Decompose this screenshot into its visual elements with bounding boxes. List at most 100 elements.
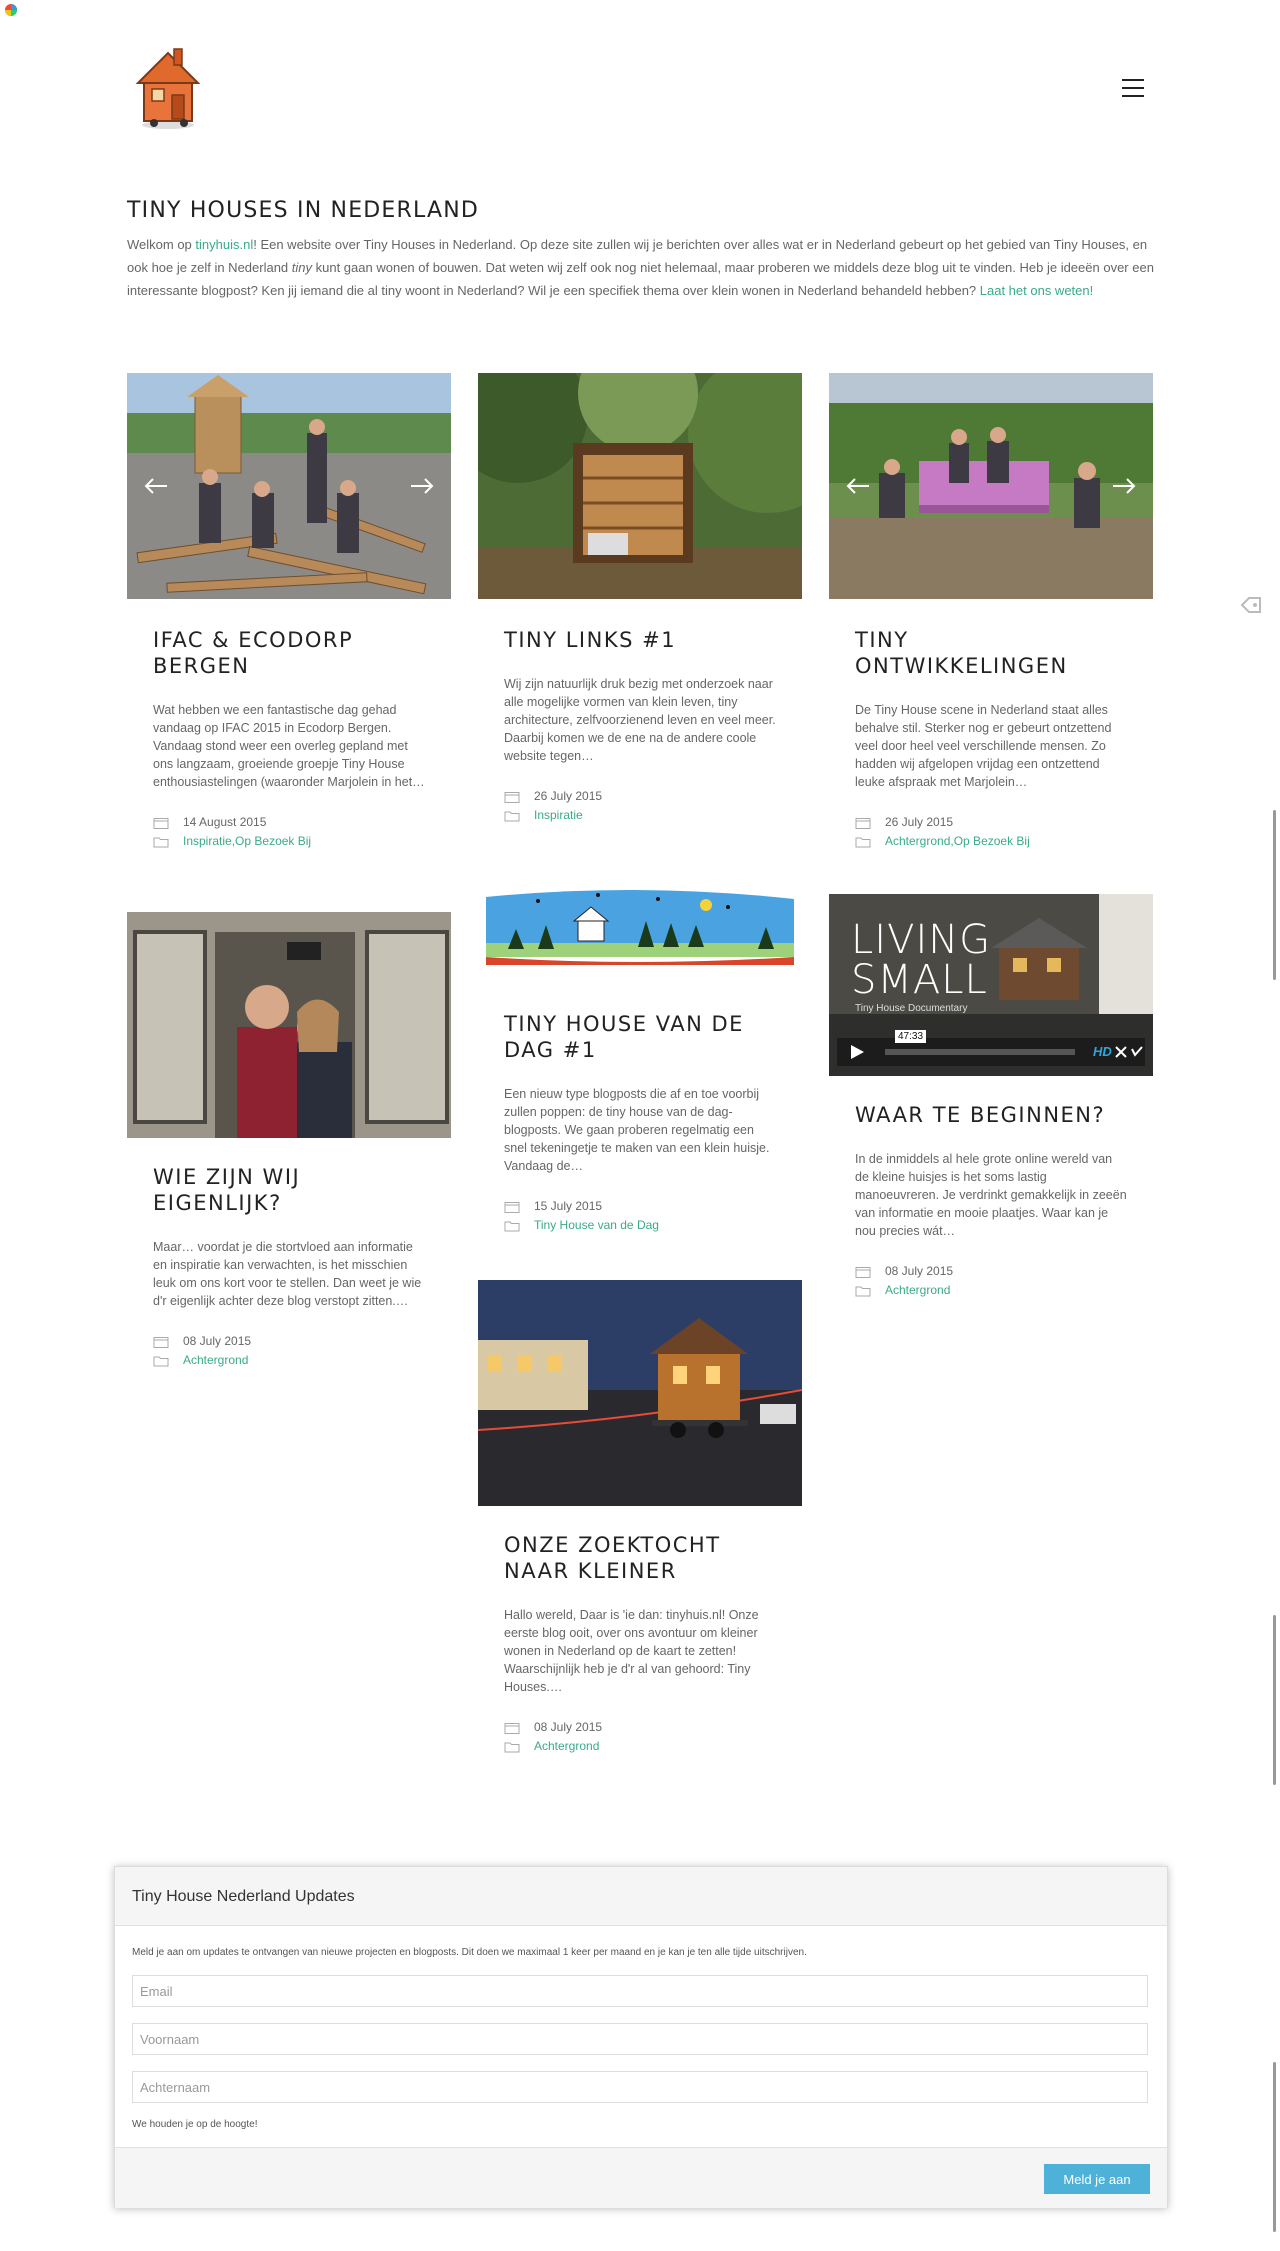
tiny-house-trailer-photo: [478, 1280, 802, 1506]
hd-badge[interactable]: HD: [1093, 1044, 1112, 1059]
intro-italic: tiny: [291, 260, 313, 275]
folder-icon: [855, 1286, 871, 1296]
video-title-line: LIVING: [851, 917, 992, 963]
tag-icon[interactable]: [1240, 596, 1262, 614]
scroll-indicator[interactable]: [1273, 810, 1276, 980]
post-meta: 08 July 2015 Achtergrond: [153, 1332, 425, 1370]
video-player[interactable]: LIVING SMALL Tiny House Documentary HD 4…: [829, 894, 1153, 1076]
post-date: 26 July 2015: [534, 789, 603, 803]
post-card: TINY ONTWIKKELINGEN De Tiny House scene …: [829, 373, 1153, 851]
video-title: LIVING SMALL: [851, 920, 991, 1000]
category-link[interactable]: Tiny House van de Dag: [534, 1216, 659, 1235]
arrow-right-icon[interactable]: [409, 473, 435, 499]
video-controls: HD: [837, 1038, 1145, 1066]
arrow-left-icon[interactable]: [143, 473, 169, 499]
folder-icon: [153, 1356, 169, 1366]
intro-part: Welkom op: [127, 237, 196, 252]
post-title[interactable]: WIE ZIJN WIJ EIGENLIJK?: [153, 1164, 425, 1216]
post-card: ONZE ZOEKTOCHT NAAR KLEINER Hallo wereld…: [478, 1280, 802, 1756]
category-link[interactable]: Achtergrond: [885, 832, 950, 851]
post-meta: 26 July 2015 Inspiratie: [504, 787, 776, 825]
intro-section: TINY HOUSES IN NEDERLAND Welkom op tinyh…: [127, 198, 1155, 302]
post-date: 15 July 2015: [534, 1199, 603, 1213]
calendar-icon: [504, 1201, 520, 1213]
folder-icon: [504, 1221, 520, 1231]
post-excerpt: Maar… voordat je die stortvloed aan info…: [153, 1240, 422, 1308]
site-link[interactable]: tinyhuis.nl: [195, 237, 253, 252]
tiny-house-logo[interactable]: [130, 45, 208, 131]
scroll-indicator[interactable]: [1273, 1615, 1276, 1785]
post-image[interactable]: [127, 912, 451, 1138]
lastname-field[interactable]: [132, 2071, 1148, 2103]
play-icon[interactable]: [849, 1044, 865, 1060]
vimeo-icon[interactable]: [1131, 1045, 1143, 1057]
arrow-right-icon[interactable]: [1111, 473, 1137, 499]
post-card: TINY LINKS #1 Wij zijn natuurlijk druk b…: [478, 373, 802, 825]
calendar-icon: [504, 791, 520, 803]
post-excerpt: Wij zijn natuurlijk druk bezig met onder…: [504, 677, 776, 763]
post-date: 26 July 2015: [885, 815, 954, 829]
firstname-field[interactable]: [132, 2023, 1148, 2055]
calendar-icon: [504, 1722, 520, 1734]
folder-icon: [855, 837, 871, 847]
category-link[interactable]: Op Bezoek Bij: [954, 832, 1030, 851]
hamburger-menu-icon[interactable]: [1122, 79, 1144, 99]
meeting-photo: [829, 373, 1153, 599]
post-meta: 08 July 2015 Achtergrond: [855, 1262, 1127, 1300]
drawing-illustration: [478, 877, 802, 985]
subscribe-button[interactable]: Meld je aan: [1044, 2164, 1150, 2194]
post-image[interactable]: [478, 877, 802, 985]
category-link[interactable]: Achtergrond: [534, 1737, 599, 1756]
category-link[interactable]: Inspiratie: [183, 832, 232, 851]
workshop-photo: [127, 373, 451, 599]
video-subtitle: Tiny House Documentary: [855, 1003, 968, 1014]
calendar-icon: [855, 817, 871, 829]
category-link[interactable]: Achtergrond: [885, 1281, 950, 1300]
post-meta: 08 July 2015 Achtergrond: [504, 1718, 776, 1756]
post-date: 08 July 2015: [183, 1334, 252, 1348]
post-title[interactable]: WAAR TE BEGINNEN?: [855, 1102, 1127, 1128]
post-date: 08 July 2015: [534, 1720, 603, 1734]
email-field[interactable]: [132, 1975, 1148, 2007]
post-date: 14 August 2015: [183, 815, 267, 829]
post-image[interactable]: [829, 373, 1153, 599]
category-link[interactable]: Op Bezoek Bij: [235, 832, 311, 851]
scroll-indicator[interactable]: [1273, 2062, 1276, 2232]
post-image[interactable]: [478, 373, 802, 599]
newsletter-signup: Tiny House Nederland Updates Meld je aan…: [114, 1866, 1168, 2208]
post-title[interactable]: TINY LINKS #1: [504, 627, 776, 653]
contact-link[interactable]: Laat het ons weten!: [980, 283, 1093, 298]
folder-icon: [153, 837, 169, 847]
post-excerpt: In de inmiddels al hele grote online wer…: [855, 1152, 1127, 1238]
signup-description: Meld je aan om updates te ontvangen van …: [132, 1947, 807, 1958]
video-duration: 47:33: [895, 1030, 927, 1043]
post-title[interactable]: TINY HOUSE VAN DE DAG #1: [504, 1011, 776, 1063]
post-image[interactable]: [127, 373, 451, 599]
post-meta: 26 July 2015 Achtergrond, Op Bezoek Bij: [855, 813, 1127, 851]
post-title[interactable]: IFAC & ECODORP BERGEN: [153, 627, 425, 679]
category-link[interactable]: Achtergrond: [183, 1351, 248, 1370]
post-title[interactable]: ONZE ZOEKTOCHT NAAR KLEINER: [504, 1532, 776, 1584]
folder-icon: [504, 811, 520, 821]
post-excerpt: Hallo wereld, Daar is 'ie dan: tinyhuis.…: [504, 1608, 759, 1694]
post-meta: 14 August 2015 Inspiratie, Op Bezoek Bij: [153, 813, 425, 851]
signup-note: We houden je op de hoogte!: [132, 2119, 258, 2130]
post-card: WIE ZIJN WIJ EIGENLIJK? Maar… voordat je…: [127, 912, 451, 1370]
post-image[interactable]: [478, 1280, 802, 1506]
signup-title: Tiny House Nederland Updates: [132, 1888, 355, 1905]
calendar-icon: [855, 1266, 871, 1278]
post-card: IFAC & ECODORP BERGEN Wat hebben we een …: [127, 373, 451, 851]
video-progress-bar[interactable]: [885, 1049, 1075, 1055]
intro-text: Welkom op tinyhuis.nl! Een website over …: [127, 233, 1155, 302]
fullscreen-icon[interactable]: [1115, 1046, 1127, 1058]
post-card: TINY HOUSE VAN DE DAG #1 Een nieuw type …: [478, 877, 802, 1235]
post-excerpt: Wat hebben we een fantastische dag gehad…: [153, 703, 425, 789]
arrow-left-icon[interactable]: [845, 473, 871, 499]
category-link[interactable]: Inspiratie: [534, 806, 583, 825]
post-date: 08 July 2015: [885, 1264, 954, 1278]
page-title: TINY HOUSES IN NEDERLAND: [127, 198, 480, 223]
post-meta: 15 July 2015 Tiny House van de Dag: [504, 1197, 776, 1235]
post-title[interactable]: TINY ONTWIKKELINGEN: [855, 627, 1127, 679]
video-title-line: SMALL: [851, 957, 988, 1003]
folder-icon: [504, 1742, 520, 1752]
